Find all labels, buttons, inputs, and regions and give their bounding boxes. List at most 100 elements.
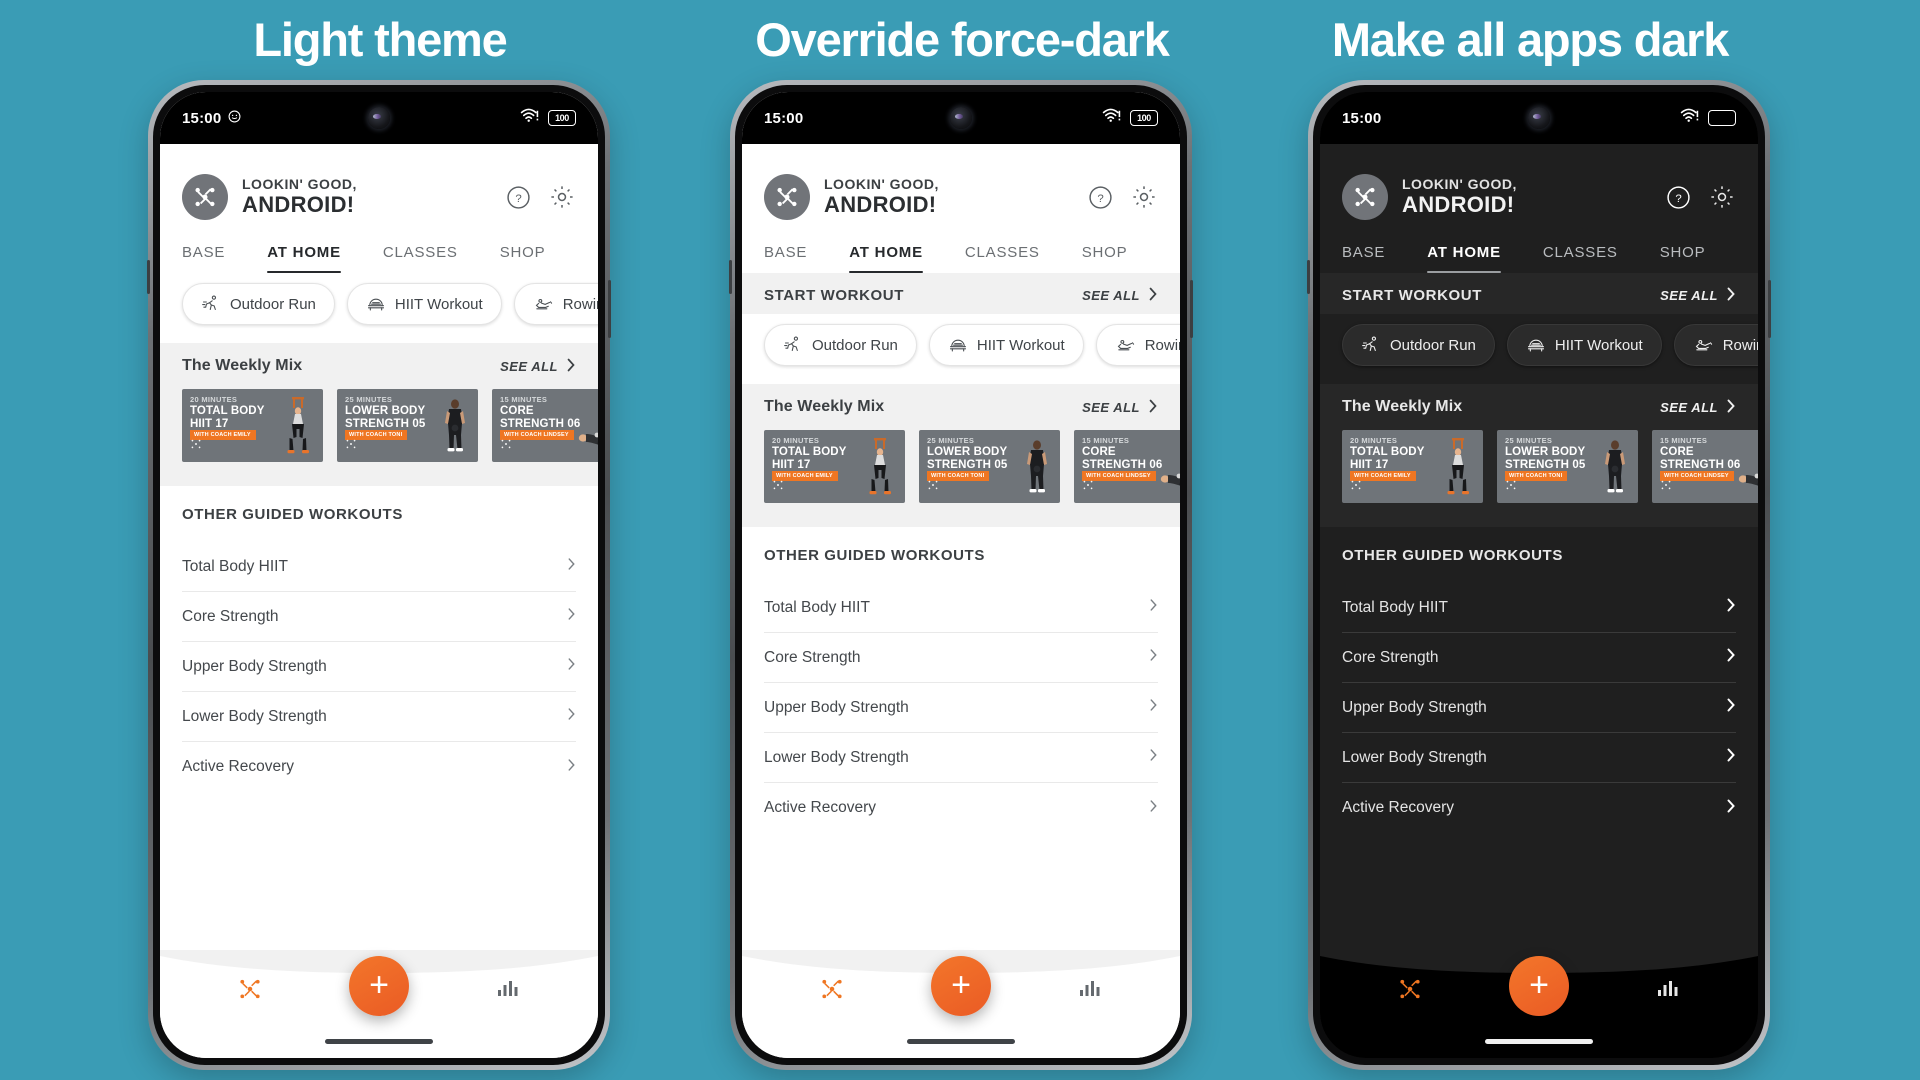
list-item[interactable]: Upper Body Strength [182,642,576,692]
status-bar: 15:00 100 [742,92,1180,144]
add-button[interactable]: + [931,956,991,1016]
tab-classes[interactable]: CLASSES [383,244,458,273]
workout-card[interactable]: 15 MINUTES CORE STRENGTH 06 WITH COACH LIN… [1652,430,1758,503]
card-duration: 15 MINUTES [500,395,548,404]
list-item[interactable]: Total Body HIIT [764,583,1158,633]
help-circle-icon[interactable]: ? [504,183,532,211]
tab-base[interactable]: BASE [182,244,225,273]
tab-at-home[interactable]: AT HOME [1427,244,1501,273]
gear-icon[interactable] [1130,183,1158,211]
start-workout-see-all[interactable]: SEE ALL [1660,287,1736,304]
list-item[interactable]: Active Recovery [764,783,1158,833]
help-circle-icon[interactable]: ? [1086,183,1114,211]
list-item[interactable]: Active Recovery [1342,783,1736,833]
workout-card[interactable]: 25 MINUTES LOWER BODY STRENGTH 05 WITH COA… [337,389,478,462]
help-circle-icon[interactable]: ? [1664,183,1692,211]
status-bar-left: 15:00 [764,110,803,127]
bottom-navigation: + [742,950,1180,1058]
chip-rowing[interactable]: Rowing [1095,324,1180,366]
tab-at-home[interactable]: AT HOME [267,244,341,273]
card-name: CORE [1082,446,1116,458]
avatar[interactable] [1342,174,1388,220]
chip-outdoor-run[interactable]: Outdoor Run [182,283,335,325]
stats-bars-icon[interactable] [1079,978,1103,1005]
chip-hiit-workout[interactable]: HIIT Workout [346,283,502,325]
workout-card[interactable]: 15 MINUTES CORE STRENGTH 06 WITH COACH LIN… [492,389,598,462]
see-all-label: SEE ALL [500,358,558,374]
orangetheory-logo-icon[interactable] [1397,976,1423,1007]
greeting-line-2: ANDROID! [242,191,355,217]
list-item-label: Active Recovery [1342,799,1454,816]
chip-outdoor-run[interactable]: Outdoor Run [1342,324,1495,366]
other-guided-workouts-title: OTHER GUIDED WORKOUTS [1342,547,1563,564]
stats-bars-icon[interactable] [497,978,521,1005]
weekly-mix-header: The Weekly Mix SEE ALL [1320,384,1758,426]
weekly-mix-see-all[interactable]: SEE ALL [1082,399,1158,416]
wifi-alert-icon [1680,108,1699,128]
home-indicator[interactable] [907,1039,1015,1044]
chip-outdoor-run[interactable]: Outdoor Run [764,324,917,366]
home-indicator[interactable] [1485,1039,1593,1044]
list-item[interactable]: Upper Body Strength [764,683,1158,733]
workout-card[interactable]: 20 MINUTES TOTAL BODY HIIT 17 WITH COACH E… [182,389,323,462]
add-button[interactable]: + [1509,956,1569,1016]
other-guided-workouts: OTHER GUIDED WORKOUTS Total Body HIIT Co… [160,486,598,950]
orangetheory-logo-icon[interactable] [819,976,845,1007]
tab-classes[interactable]: CLASSES [965,244,1040,273]
tab-base[interactable]: BASE [1342,244,1385,273]
start-workout-chips: Outdoor Run HIIT Workout Rowing Cyc [1320,314,1758,384]
chip-hiit-workout[interactable]: HIIT Workout [1506,324,1662,366]
tab-base[interactable]: BASE [764,244,807,273]
weekly-mix-see-all[interactable]: SEE ALL [1660,399,1736,416]
list-item-label: Active Recovery [182,758,294,775]
gear-icon[interactable] [1708,183,1736,211]
list-item-label: Active Recovery [764,799,876,816]
list-item[interactable]: Upper Body Strength [1342,683,1736,733]
status-bar-left: 15:00 [1342,110,1381,127]
phone-power-button [1190,280,1193,338]
chip-rowing[interactable]: Rowing [1673,324,1758,366]
chevron-right-icon [1726,598,1736,617]
list-item[interactable]: Core Strength [182,592,576,642]
workout-card[interactable]: 20 MINUTES TOTAL BODY HIIT 17 WITH COACH E… [764,430,905,503]
greeting-line-1: LOOKIN' GOOD, [242,175,357,192]
orangetheory-logo-icon[interactable] [237,976,263,1007]
list-item[interactable]: Total Body HIIT [1342,583,1736,633]
workout-card[interactable]: 25 MINUTES LOWER BODY STRENGTH 05 WITH COA… [919,430,1060,503]
tab-at-home[interactable]: AT HOME [849,244,923,273]
chip-hiit-workout[interactable]: HIIT Workout [928,324,1084,366]
workout-card[interactable]: 20 MINUTES TOTAL BODY HIIT 17 WITH COACH E… [1342,430,1483,503]
tab-shop[interactable]: SHOP [1082,244,1128,273]
home-indicator[interactable] [325,1039,433,1044]
chip-rowing[interactable]: Rowing [513,283,598,325]
wifi-alert-icon [520,108,539,128]
list-item[interactable]: Lower Body Strength [182,692,576,742]
column-title-make-all-apps-dark: Make all apps dark [1331,13,1730,66]
chevron-right-icon [1726,287,1736,304]
gear-icon[interactable] [548,183,576,211]
start-workout-see-all[interactable]: SEE ALL [1082,287,1158,304]
tab-shop[interactable]: SHOP [500,244,546,273]
status-bar-right: 100 [1102,108,1158,128]
camera-punch-hole [368,107,390,129]
weekly-mix-see-all[interactable]: SEE ALL [500,358,576,375]
add-button[interactable]: + [349,956,409,1016]
start-workout-title: START WORKOUT [1342,287,1483,304]
avatar[interactable] [764,174,810,220]
list-item[interactable]: Core Strength [764,633,1158,683]
list-item[interactable]: Total Body HIIT [182,542,576,592]
avatar[interactable] [182,174,228,220]
stats-bars-icon[interactable] [1657,978,1681,1005]
phone-bezel: 15:00 100 LOOKIN' GOOD, ANDROID! ? BASE … [735,85,1187,1065]
list-item[interactable]: Core Strength [1342,633,1736,683]
tab-classes[interactable]: CLASSES [1543,244,1618,273]
list-item[interactable]: Lower Body Strength [1342,733,1736,783]
greeting-line-2: ANDROID! [1402,191,1515,217]
app-body: Outdoor Run HIIT Workout Rowing Cyc [160,273,598,950]
tab-shop[interactable]: SHOP [1660,244,1706,273]
list-item[interactable]: Active Recovery [182,742,576,792]
workout-card[interactable]: 15 MINUTES CORE STRENGTH 06 WITH COACH LIN… [1074,430,1180,503]
workout-card[interactable]: 25 MINUTES LOWER BODY STRENGTH 05 WITH COA… [1497,430,1638,503]
list-item[interactable]: Lower Body Strength [764,733,1158,783]
svg-text:?: ? [515,193,521,205]
